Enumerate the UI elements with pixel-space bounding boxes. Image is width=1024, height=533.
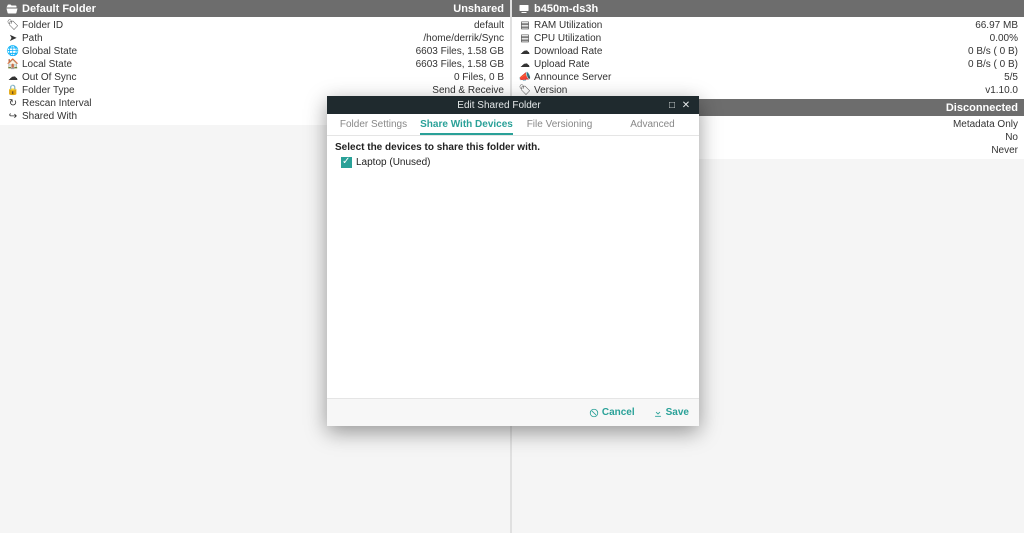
cpu-row: ▤CPU Utilization0.00% bbox=[512, 32, 1024, 45]
row-value: 66.97 MB bbox=[975, 19, 1018, 32]
download-row: ☁Download Rate0 B/s ( 0 B) bbox=[512, 45, 1024, 58]
row-label: Download Rate bbox=[534, 45, 968, 58]
device-share-row[interactable]: Laptop (Unused) bbox=[335, 156, 691, 169]
row-label: Out Of Sync bbox=[22, 71, 454, 84]
row-value: 0 B/s ( 0 B) bbox=[968, 58, 1018, 71]
row-value: v1.10.0 bbox=[985, 84, 1018, 97]
local-state-row: 🏠Local State6603 Files, 1.58 GB bbox=[0, 58, 510, 71]
row-icon: 🏠 bbox=[6, 58, 20, 71]
host-icon bbox=[518, 3, 530, 15]
row-value: No bbox=[1005, 131, 1018, 144]
device-share-label: Laptop (Unused) bbox=[356, 157, 431, 168]
host-panel-header[interactable]: b450m-ds3h bbox=[512, 0, 1024, 17]
modal-title: Edit Shared Folder bbox=[333, 100, 665, 111]
tab-advanced[interactable]: Advanced bbox=[606, 114, 699, 135]
row-icon: ▤ bbox=[518, 32, 532, 45]
cancel-label: Cancel bbox=[602, 407, 635, 418]
row-value: /home/derrik/Sync bbox=[423, 32, 504, 45]
folder-panel-status: Unshared bbox=[453, 3, 504, 15]
modal-footer: Cancel Save bbox=[327, 398, 699, 426]
tab-file-versioning[interactable]: File Versioning bbox=[513, 114, 606, 135]
cancel-button[interactable]: Cancel bbox=[589, 407, 635, 418]
cancel-icon bbox=[589, 408, 599, 418]
modal-tabs: Folder SettingsShare With DevicesFile Ve… bbox=[327, 114, 699, 136]
row-icon: 📣 bbox=[518, 71, 532, 84]
row-icon: 🔒 bbox=[6, 84, 20, 97]
row-label: Folder ID bbox=[22, 19, 474, 32]
path-row: ➤Path/home/derrik/Sync bbox=[0, 32, 510, 45]
row-label: Path bbox=[22, 32, 423, 45]
row-icon: ↻ bbox=[6, 97, 20, 110]
row-value: 6603 Files, 1.58 GB bbox=[416, 45, 504, 58]
row-icon: 🌐 bbox=[6, 45, 20, 58]
host-kv-list: ▤RAM Utilization66.97 MB▤CPU Utilization… bbox=[512, 17, 1024, 99]
row-label: Global State bbox=[22, 45, 416, 58]
row-value: Metadata Only bbox=[953, 118, 1018, 131]
modal-body: Select the devices to share this folder … bbox=[327, 136, 699, 398]
out-of-sync-row: ☁Out Of Sync0 Files, 0 B bbox=[0, 71, 510, 84]
modal-titlebar[interactable]: Edit Shared Folder □ ✕ bbox=[327, 96, 699, 114]
host-panel-title: b450m-ds3h bbox=[534, 3, 1018, 15]
row-icon: 🏷 bbox=[6, 19, 20, 32]
row-label: Announce Server bbox=[534, 71, 1004, 84]
row-value: 0.00% bbox=[990, 32, 1018, 45]
share-prompt: Select the devices to share this folder … bbox=[335, 142, 691, 153]
folder-open-icon bbox=[6, 3, 18, 15]
row-label: RAM Utilization bbox=[534, 19, 975, 32]
save-label: Save bbox=[666, 407, 689, 418]
ram-row: ▤RAM Utilization66.97 MB bbox=[512, 19, 1024, 32]
row-value: 5/5 bbox=[1004, 71, 1018, 84]
tab-folder-settings[interactable]: Folder Settings bbox=[327, 114, 420, 135]
upload-row: ☁Upload Rate0 B/s ( 0 B) bbox=[512, 58, 1024, 71]
save-download-icon bbox=[653, 408, 663, 418]
row-value: default bbox=[474, 19, 504, 32]
edit-shared-folder-modal: Edit Shared Folder □ ✕ Folder SettingsSh… bbox=[327, 96, 699, 426]
row-icon: ➤ bbox=[6, 32, 20, 45]
row-label: CPU Utilization bbox=[534, 32, 990, 45]
row-value: Never bbox=[991, 144, 1018, 157]
save-button[interactable]: Save bbox=[653, 407, 689, 418]
global-state-row: 🌐Global State6603 Files, 1.58 GB bbox=[0, 45, 510, 58]
row-icon: ☁ bbox=[6, 71, 20, 84]
folder-panel-header[interactable]: Default Folder Unshared bbox=[0, 0, 510, 17]
row-icon: ▤ bbox=[518, 19, 532, 32]
row-icon: ☁ bbox=[518, 45, 532, 58]
row-icon: ☁ bbox=[518, 58, 532, 71]
window-close-icon[interactable]: ✕ bbox=[679, 100, 693, 111]
row-icon: ↪ bbox=[6, 110, 20, 123]
folder-panel-title: Default Folder bbox=[22, 3, 453, 15]
tab-share-with-devices[interactable]: Share With Devices bbox=[420, 114, 513, 135]
row-label: Local State bbox=[22, 58, 416, 71]
folder-id-row: 🏷Folder IDdefault bbox=[0, 19, 510, 32]
window-maximize-icon[interactable]: □ bbox=[665, 100, 679, 111]
device-list: Laptop (Unused) bbox=[335, 156, 691, 169]
device-panel-status: Disconnected bbox=[946, 102, 1018, 114]
announce-row: 📣Announce Server5/5 bbox=[512, 71, 1024, 84]
row-value: 0 B/s ( 0 B) bbox=[968, 45, 1018, 58]
device-share-checkbox[interactable] bbox=[341, 157, 352, 168]
row-label: Upload Rate bbox=[534, 58, 968, 71]
row-value: 6603 Files, 1.58 GB bbox=[416, 58, 504, 71]
row-value: 0 Files, 0 B bbox=[454, 71, 504, 84]
